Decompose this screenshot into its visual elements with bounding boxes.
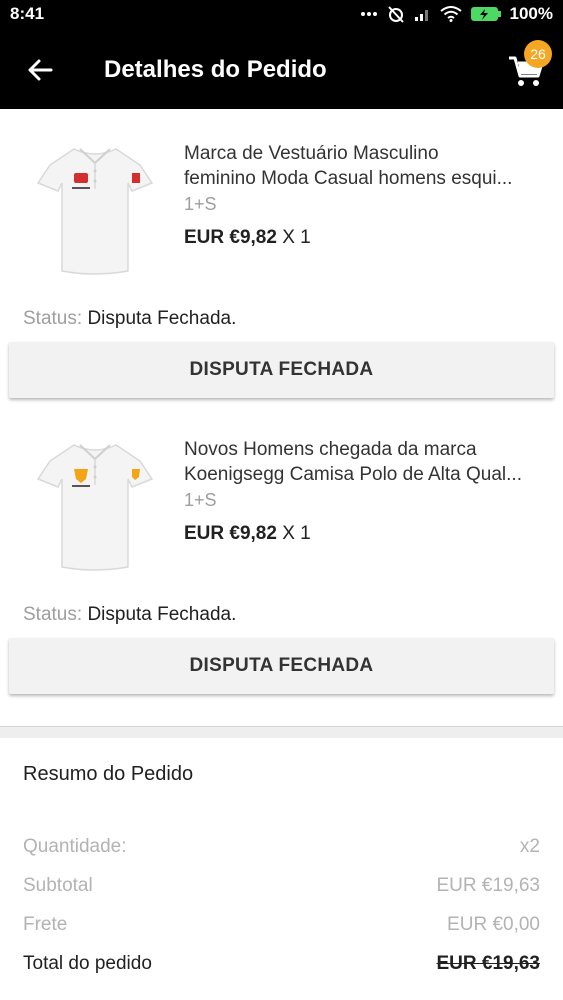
status-value: Disputa Fechada. (87, 308, 237, 329)
product-name-line1: Marca de Vestuário Masculino (184, 143, 439, 164)
battery-icon (470, 6, 502, 22)
brand-logo (74, 173, 88, 183)
status-label: Status: (23, 308, 83, 329)
arrow-left-icon (28, 59, 53, 81)
app-bar: Detalhes do Pedido 26 (0, 30, 563, 109)
dispute-closed-button[interactable]: DISPUTA FECHADA (9, 342, 554, 398)
summary-label: Subtotal (23, 875, 93, 896)
quantity: X 1 (282, 523, 311, 544)
dispute-closed-button[interactable]: DISPUTA FECHADA (9, 638, 554, 694)
summary-row-total: Total do pedido EUR €19,63 (23, 953, 540, 975)
order-summary: Resumo do Pedido Quantidade: x2 Subtotal… (0, 738, 563, 1000)
summary-row-subtotal: Subtotal EUR €19,63 (23, 875, 540, 897)
summary-value: EUR €19,63 (436, 953, 540, 974)
page-title: Detalhes do Pedido (104, 56, 327, 83)
product-name[interactable]: Novos Homens chegada da marca Koenigsegg… (184, 437, 544, 487)
product-name[interactable]: Marca de Vestuário Masculino feminino Mo… (184, 141, 544, 191)
order-item: Novos Homens chegada da marca Koenigsegg… (0, 405, 563, 705)
alarm-off-icon (386, 4, 406, 24)
battery-percent: 100% (509, 4, 553, 23)
summary-value: x2 (519, 836, 540, 857)
product-variant: 1+S (184, 194, 217, 214)
cart-count-badge: 26 (524, 40, 552, 68)
back-button[interactable] (22, 52, 58, 88)
product-price: EUR €9,82 X 1 (184, 523, 311, 545)
item-status: Status: Disputa Fechada. (23, 308, 236, 330)
item-status: Status: Disputa Fechada. (23, 604, 236, 626)
status-time: 8:41 (10, 4, 45, 23)
status-icons: 100% (360, 4, 553, 24)
wifi-icon (439, 6, 462, 22)
product-name-line2: feminino Moda Casual homens esqui... (184, 168, 513, 189)
product-image[interactable] (36, 435, 154, 575)
price-value: EUR €9,82 (184, 523, 277, 544)
summary-title: Resumo do Pedido (23, 763, 194, 785)
summary-label: Frete (23, 914, 68, 935)
order-item: Marca de Vestuário Masculino feminino Mo… (0, 109, 563, 409)
summary-row-shipping: Frete EUR €0,00 (23, 914, 540, 936)
section-divider (0, 726, 563, 738)
price-value: EUR €9,82 (184, 227, 277, 248)
summary-label: Quantidade: (23, 836, 127, 857)
product-name-line1: Novos Homens chegada da marca (184, 439, 477, 460)
summary-row-quantity: Quantidade: x2 (23, 836, 540, 858)
product-image[interactable] (36, 139, 154, 279)
signal-icon (414, 6, 432, 22)
status-bar: 8:41 100% (0, 0, 563, 30)
summary-value: EUR €19,63 (436, 875, 540, 896)
product-name-line2: Koenigsegg Camisa Polo de Alta Qual... (184, 464, 522, 485)
status-label: Status: (23, 604, 83, 625)
status-value: Disputa Fechada. (87, 604, 237, 625)
quantity: X 1 (282, 227, 311, 248)
product-variant: 1+S (184, 490, 217, 510)
summary-value: EUR €0,00 (447, 914, 540, 935)
more-dots-icon (360, 11, 378, 17)
summary-label: Total do pedido (23, 953, 152, 974)
product-price: EUR €9,82 X 1 (184, 227, 311, 249)
